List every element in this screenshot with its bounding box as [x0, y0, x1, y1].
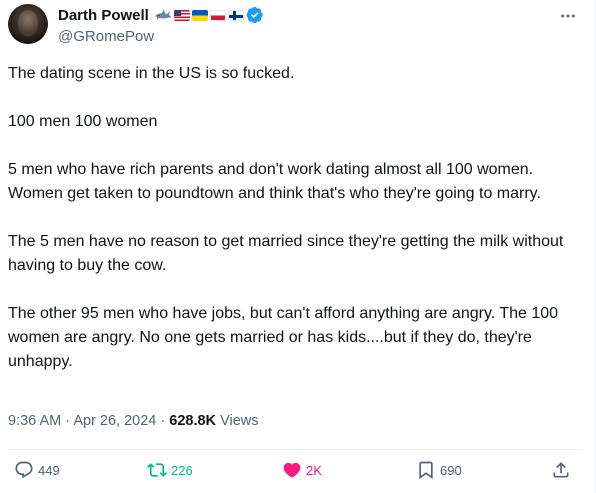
meta-separator: · [160, 413, 166, 429]
author-name-row: Darth Powell [58, 6, 264, 24]
tweet-paragraph: The other 95 men who have jobs, but can'… [8, 305, 559, 370]
action-bar: 449 226 2K 690 [0, 460, 596, 484]
author-badges [154, 6, 264, 24]
verified-badge-icon[interactable] [246, 6, 264, 24]
bookmark-count: 690 [440, 462, 462, 478]
tweet-date[interactable]: Apr 26, 2024 [73, 413, 156, 429]
shark-icon [154, 9, 171, 20]
flag-fi-icon [227, 9, 244, 21]
reply-button[interactable]: 449 [14, 460, 60, 480]
bookmark-icon [419, 461, 433, 480]
tweet-time[interactable]: 9:36 AM [8, 413, 61, 429]
meta-separator: · [65, 413, 71, 429]
share-button[interactable] [551, 460, 571, 480]
tweet-meta: 9:36 AM · Apr 26, 2024 · 628.8K Views [8, 413, 258, 429]
like-button[interactable]: 2K [282, 460, 322, 480]
repost-icon [147, 463, 167, 477]
tweet-card: Darth Powell @GRomePow The dating scene … [0, 0, 596, 493]
flag-us-icon [173, 9, 190, 21]
views-label: Views [220, 413, 259, 429]
more-options-button[interactable] [558, 6, 578, 26]
tweet-body: The dating scene in the US is so fucked.… [8, 62, 583, 398]
views-count: 628.8K [169, 413, 217, 429]
share-icon [553, 462, 569, 478]
avatar[interactable] [8, 4, 48, 44]
reply-icon [15, 461, 33, 479]
heart-icon [283, 462, 301, 478]
author-display-name[interactable]: Darth Powell [58, 7, 149, 24]
divider [8, 449, 583, 450]
bookmark-button[interactable]: 690 [416, 460, 462, 480]
like-count: 2K [306, 462, 322, 478]
flag-ua-icon [191, 9, 208, 21]
tweet-paragraph: 100 men 100 women [8, 113, 158, 130]
repost-count: 226 [171, 462, 193, 478]
more-dots-icon [561, 14, 575, 18]
tweet-paragraph: The 5 men have no reason to get married … [8, 233, 564, 274]
flag-pl-icon [209, 9, 226, 21]
tweet-paragraph: The dating scene in the US is so fucked. [8, 65, 295, 82]
reply-count: 449 [38, 462, 60, 478]
author-handle[interactable]: @GRomePow [58, 28, 154, 45]
tweet-paragraph: 5 men who have rich parents and don't wo… [8, 161, 541, 202]
repost-button[interactable]: 226 [147, 460, 193, 480]
avatar-face [18, 10, 38, 36]
